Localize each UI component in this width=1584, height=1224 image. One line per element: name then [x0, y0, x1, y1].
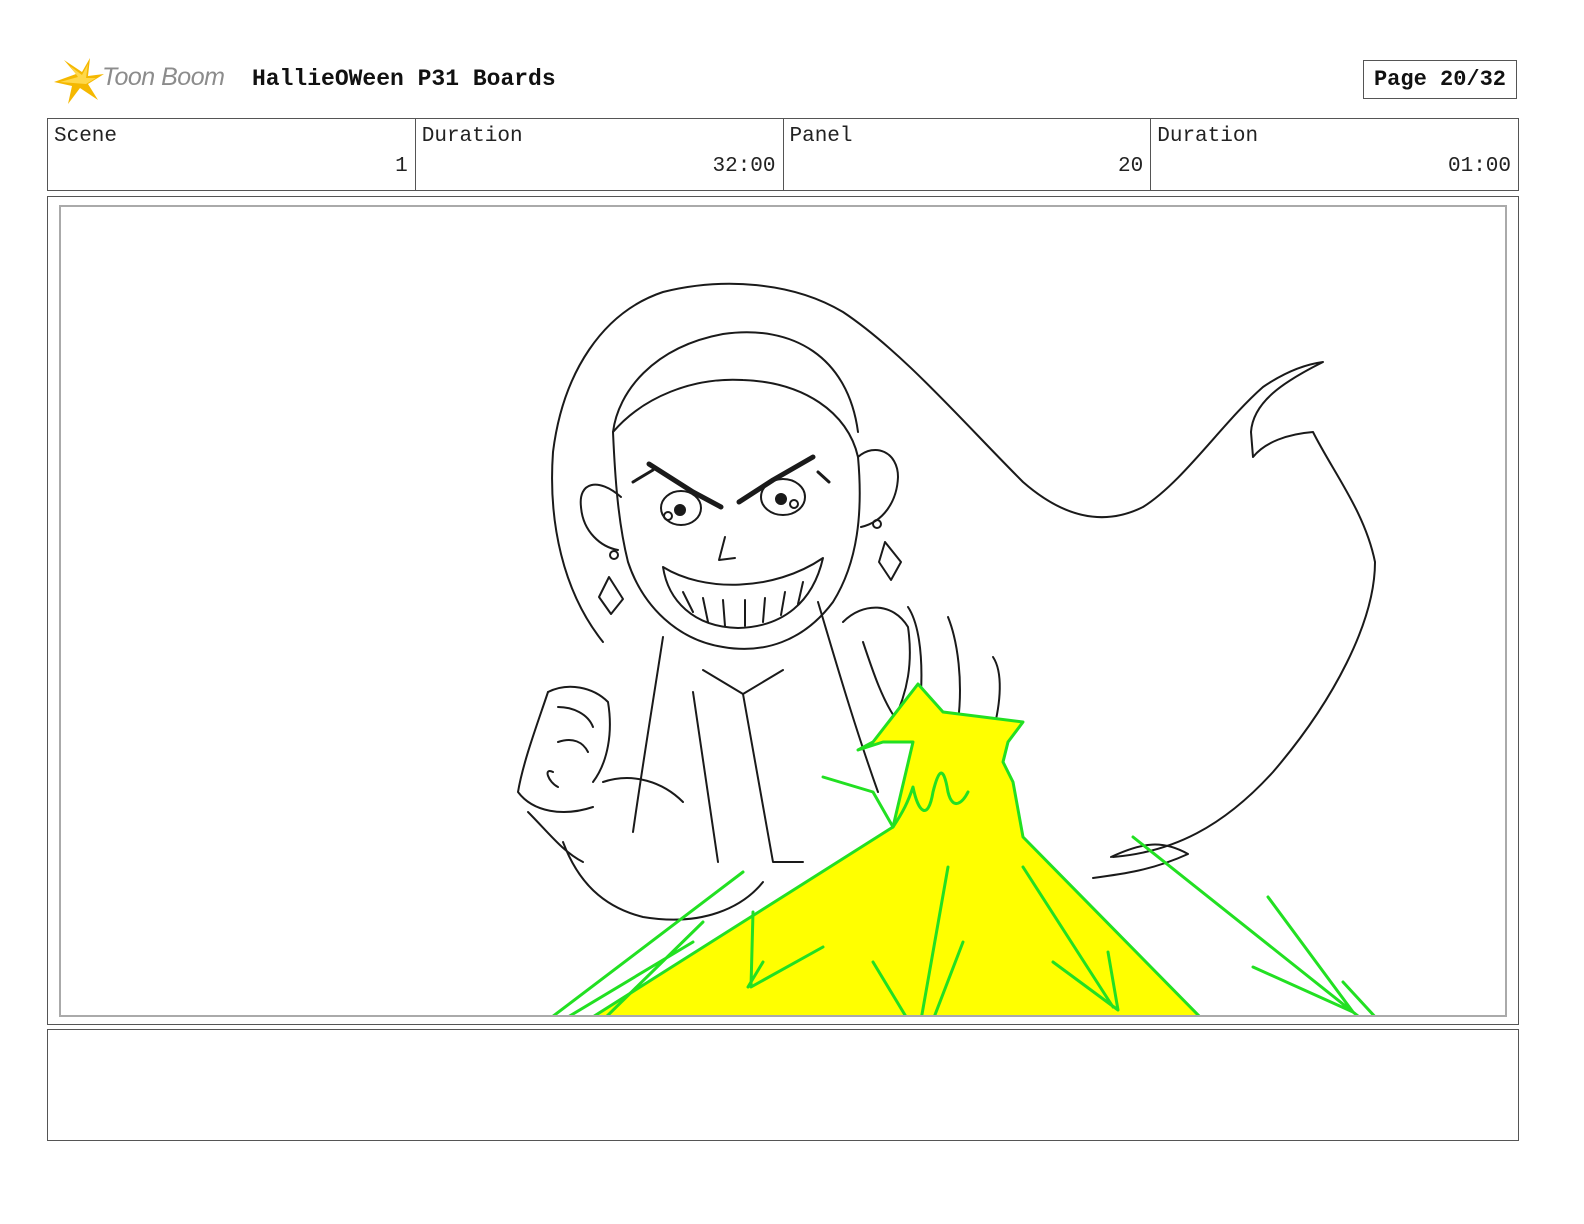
page-indicator: Page 20/32	[1363, 60, 1517, 99]
panel-frame	[47, 196, 1519, 1025]
scene-duration-label: Duration	[421, 125, 523, 148]
panel-notes-box	[47, 1029, 1519, 1141]
panel-duration-value: 01:00	[1447, 155, 1511, 178]
scene-duration-cell: Duration 32:00	[416, 119, 784, 190]
info-table: Scene 1 Duration 32:00 Panel 20 Duration…	[47, 118, 1519, 191]
scene-value: 1	[395, 155, 408, 178]
panel-duration-cell: Duration 01:00	[1151, 119, 1518, 190]
logo-text: Toon Boom	[102, 63, 225, 91]
scene-label: Scene	[54, 125, 118, 148]
toon-boom-burst-icon	[54, 58, 104, 104]
panel-value: 20	[1118, 155, 1144, 178]
scene-cell: Scene 1	[48, 119, 416, 190]
board-title: HallieOWeen P31 Boards	[252, 66, 556, 92]
panel-image-area	[59, 205, 1507, 1017]
panel-cell: Panel 20	[784, 119, 1152, 190]
panel-label: Panel	[789, 125, 853, 148]
panel-duration-label: Duration	[1157, 125, 1259, 148]
storyboard-sketch-icon	[517, 282, 1376, 1015]
toon-boom-logo: Toon Boom	[50, 56, 240, 106]
scene-duration-value: 32:00	[712, 155, 776, 178]
